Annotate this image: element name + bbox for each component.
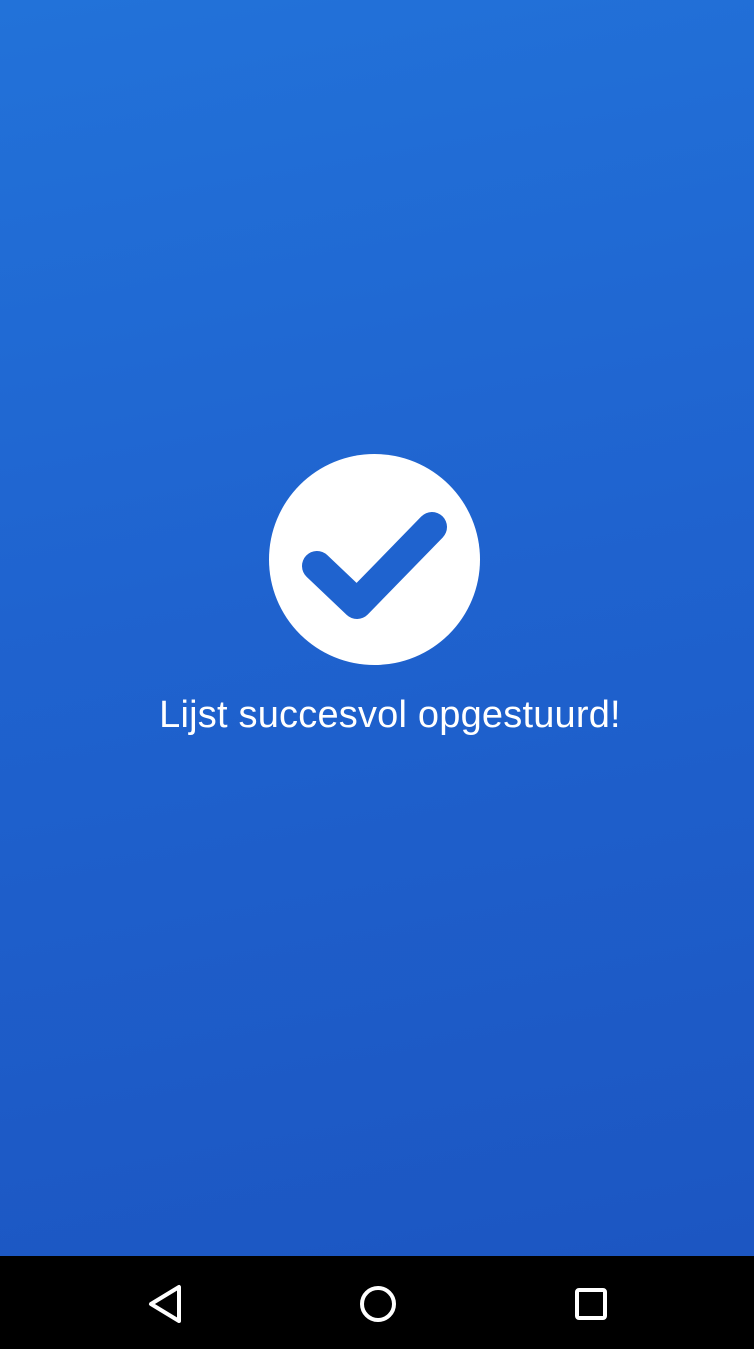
home-circle-icon [360, 1286, 396, 1322]
success-message: Lijst succesvol opgestuurd! [159, 694, 621, 736]
navigation-bar [0, 1256, 754, 1349]
checkmark-icon [302, 512, 447, 619]
home-button[interactable] [348, 1274, 408, 1334]
recents-square-icon [575, 1288, 607, 1320]
success-check-circle [269, 454, 480, 665]
back-triangle-icon [149, 1285, 181, 1323]
success-screen: Lijst succesvol opgestuurd! [0, 0, 754, 1256]
recents-button[interactable] [561, 1274, 621, 1334]
back-button[interactable] [135, 1274, 195, 1334]
